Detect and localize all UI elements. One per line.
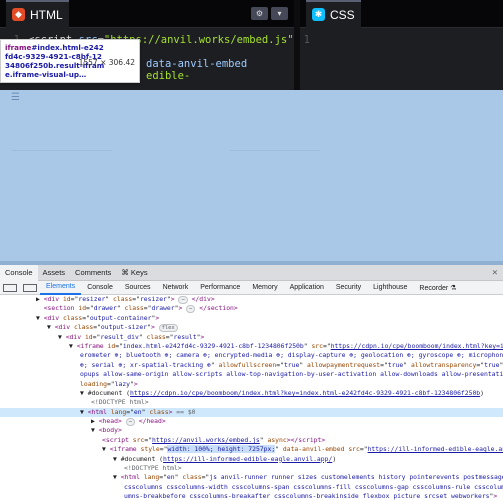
tab-security[interactable]: Security [330, 284, 367, 291]
dom-node-row[interactable]: ▼ <iframe id="index.html-e242fd4c-9329-4… [0, 342, 503, 351]
css-pane-header: ✱ CSS [300, 0, 503, 28]
dom-node-row[interactable]: ▼ <iframe style="width: 100%; height: 72… [0, 445, 503, 454]
dom-tree[interactable]: ▶ <div id="resizer" class="resizer"> ⋯ <… [0, 295, 503, 500]
dom-node-row[interactable]: <script src="https://anvil.works/embed.j… [0, 436, 503, 445]
tab-memory[interactable]: Memory [246, 284, 283, 291]
html-pane-title: HTML [30, 7, 63, 22]
tab-recorder[interactable]: Recorder ⚗ [413, 284, 462, 292]
dom-node-row[interactable]: ▼ <html lang="en" class="js anvil-runner… [0, 473, 503, 482]
css-pane-title: CSS [330, 7, 355, 22]
dom-node-row[interactable]: ▼ <div class="output-sizer"> flex [0, 323, 503, 333]
tab-elements[interactable]: Elements [40, 281, 82, 295]
divider [230, 150, 320, 151]
html-tab[interactable]: ◆ HTML [6, 0, 69, 28]
inspect-element-icon[interactable] [3, 283, 17, 292]
dom-node-row[interactable]: ▼ <body> [0, 426, 503, 435]
dom-node-row[interactable]: <!DOCTYPE html> [0, 398, 503, 407]
dom-node-row[interactable]: ▼ <div class="output-container"> [0, 314, 503, 323]
css-code-editor[interactable]: 1 [300, 28, 503, 46]
result-preview-highlight[interactable]: ☰ [0, 90, 503, 265]
dom-node-row[interactable]: opups allow-same-origin allow-scripts al… [0, 370, 503, 379]
screen: ◆ HTML ⚙ ▾ 1 <script src="https://anvil.w… [0, 0, 503, 500]
devtools-drawer-tabs: Console Assets Comments ⌘ Keys ✕ [0, 264, 503, 281]
code-line: 1 [303, 34, 310, 46]
tooltip-dimensions: 1557 × 306.42 [78, 58, 135, 67]
html5-icon: ◆ [12, 8, 25, 21]
dom-node-row[interactable]: ▼ <html lang="en" class> == $0 [0, 407, 503, 418]
tab-assets[interactable]: Assets [38, 265, 71, 281]
tab-network[interactable]: Network [157, 284, 195, 291]
dom-node-row[interactable]: ▼ <div id="result_div" class="result"> [0, 333, 503, 342]
dom-node-row[interactable]: ▼ #document (https://cdpn.io/cpe/boomboo… [0, 389, 503, 398]
hamburger-menu-icon[interactable]: ☰ [11, 92, 20, 103]
dom-node-row[interactable]: ▶ <div id="resizer" class="resizer"> ⋯ <… [0, 295, 503, 304]
device-toolbar-icon[interactable] [23, 283, 37, 292]
tab-console-main[interactable]: Console [81, 284, 119, 291]
tab-application[interactable]: Application [284, 284, 330, 291]
css-tab[interactable]: ✱ CSS [306, 0, 361, 28]
dom-node-row[interactable]: ▼ #document (https://ill-informed-edible… [0, 455, 503, 464]
tab-sources[interactable]: Sources [119, 284, 157, 291]
close-icon[interactable]: ✕ [487, 265, 503, 281]
devtools-main-tabs: Elements Console Sources Network Perform… [0, 281, 503, 295]
dom-node-row[interactable]: ⊕; serial ⊕; xr-spatial-tracking ⊕" allo… [0, 361, 503, 370]
css-editor-pane[interactable]: ✱ CSS 1 [294, 0, 503, 90]
dom-node-row[interactable]: umns-breakbefore csscolumns-breakafter c… [0, 492, 503, 500]
chevron-down-icon[interactable]: ▾ [271, 7, 288, 20]
tab-performance[interactable]: Performance [194, 284, 246, 291]
dom-node-row[interactable]: ▶ <head> ⋯ </head> [0, 417, 503, 427]
tab-comments[interactable]: Comments [70, 265, 116, 281]
tab-keys[interactable]: ⌘ Keys [116, 265, 152, 281]
settings-gear-icon[interactable]: ⚙ [251, 7, 268, 20]
html-pane-header: ◆ HTML ⚙ ▾ [0, 0, 294, 28]
tooltip-element-tag: iframe [5, 43, 32, 52]
tab-lighthouse[interactable]: Lighthouse [367, 284, 413, 291]
css3-icon: ✱ [312, 8, 325, 21]
element-inspector-tooltip: iframe#index.html-e242fd4c-9329-4921-c8b… [0, 39, 140, 83]
dom-node-row[interactable]: <section id="drawer" class="drawer"> ⋯ <… [0, 304, 503, 314]
dom-node-row[interactable]: erometer ⊕; bluetooth ⊕; camera ⊕; encry… [0, 351, 503, 360]
dom-node-row[interactable]: csscolumns csscolumns-width csscolumns-s… [0, 483, 503, 492]
dom-node-row[interactable]: <!DOCTYPE html> [0, 464, 503, 473]
divider [12, 150, 112, 151]
dom-node-row[interactable]: loading="lazy"> [0, 380, 503, 389]
tab-console[interactable]: Console [0, 264, 38, 281]
